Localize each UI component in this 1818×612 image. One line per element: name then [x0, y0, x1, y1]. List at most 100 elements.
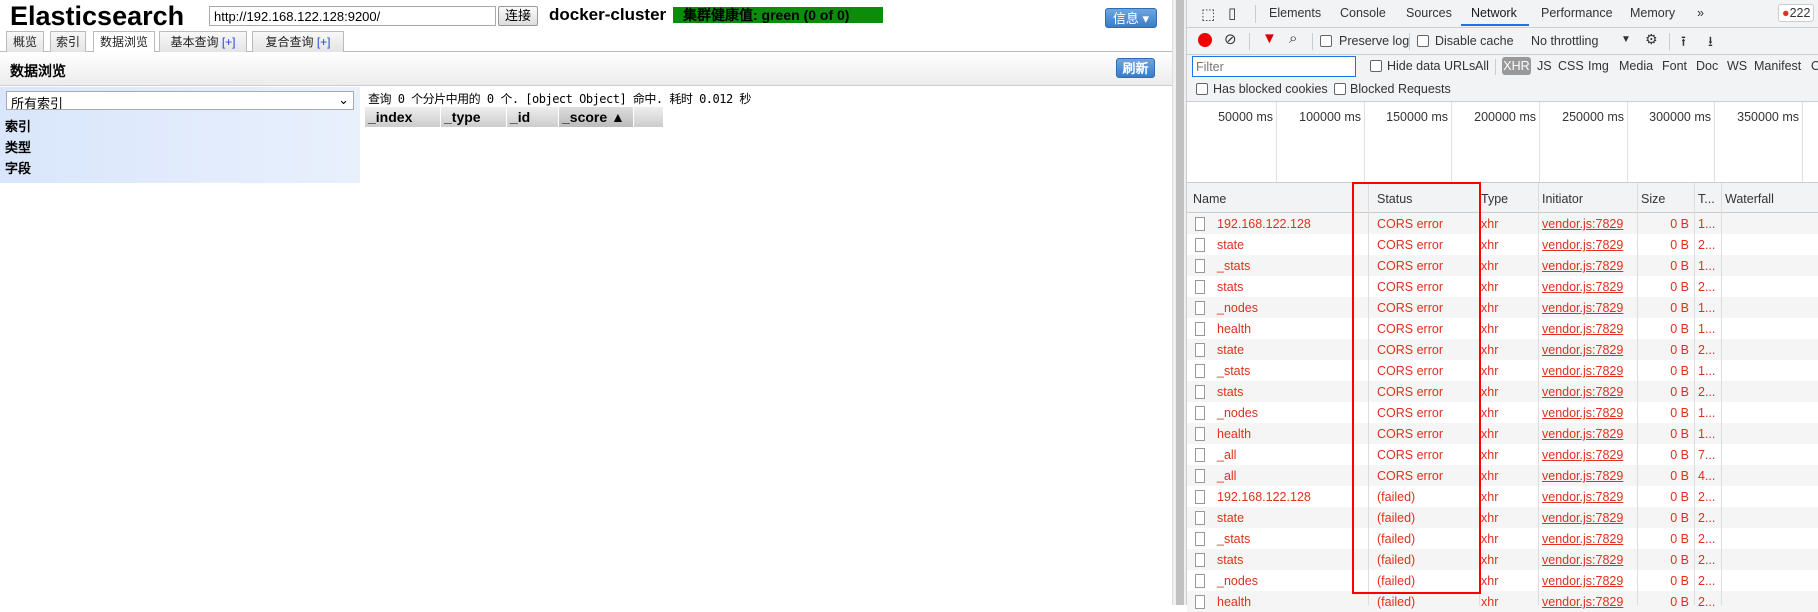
column-size[interactable]: Size: [1641, 192, 1665, 206]
request-row[interactable]: 192.168.122.128 (failed) xhr vendor.js:7829…: [1187, 486, 1818, 507]
add-query-icon[interactable]: [+]: [317, 35, 331, 49]
column-header-index[interactable]: _index: [365, 107, 441, 127]
page-scrollbar[interactable]: [1172, 0, 1186, 605]
request-row[interactable]: _nodes CORS error xhr vendor.js:7829 0 B 1...: [1187, 402, 1818, 423]
request-initiator[interactable]: vendor.js:7829: [1542, 595, 1623, 609]
type-filter-xhr[interactable]: XHR: [1502, 57, 1531, 75]
request-row[interactable]: stats CORS error xhr vendor.js:7829 0 B 2...: [1187, 276, 1818, 297]
request-initiator[interactable]: vendor.js:7829: [1542, 511, 1623, 525]
error-count-badge[interactable]: ●222: [1778, 4, 1815, 22]
request-row[interactable]: _all CORS error xhr vendor.js:7829 0 B 7...: [1187, 444, 1818, 465]
blocked-requests-checkbox[interactable]: [1334, 83, 1346, 95]
type-filter-media[interactable]: Media: [1619, 59, 1653, 73]
type-filter-font[interactable]: Font: [1662, 59, 1687, 73]
tab-elements[interactable]: Elements: [1269, 6, 1321, 20]
request-initiator[interactable]: vendor.js:7829: [1542, 448, 1623, 462]
request-initiator[interactable]: vendor.js:7829: [1542, 406, 1623, 420]
request-initiator[interactable]: vendor.js:7829: [1542, 280, 1623, 294]
filter-type-label[interactable]: 类型: [5, 137, 31, 156]
index-select[interactable]: 所有索引 ⌄: [6, 91, 354, 111]
device-toolbar-icon[interactable]: ▯: [1228, 4, 1236, 22]
inspect-element-icon[interactable]: ⬚: [1201, 5, 1215, 23]
request-row[interactable]: stats CORS error xhr vendor.js:7829 0 B 2...: [1187, 381, 1818, 402]
type-filter-other[interactable]: O: [1811, 59, 1818, 73]
request-initiator[interactable]: vendor.js:7829: [1542, 427, 1623, 441]
add-query-icon[interactable]: [+]: [222, 35, 236, 49]
request-row[interactable]: stats (failed) xhr vendor.js:7829 0 B 2...: [1187, 549, 1818, 570]
export-har-icon[interactable]: ⭳: [1708, 31, 1713, 55]
tab-basic-query[interactable]: 基本查询 [+]: [159, 31, 247, 52]
column-waterfall[interactable]: Waterfall: [1725, 192, 1774, 206]
tab-sources[interactable]: Sources: [1406, 6, 1452, 20]
filter-field-label[interactable]: 字段: [5, 158, 31, 177]
clear-icon[interactable]: ⊘: [1224, 30, 1237, 48]
request-initiator[interactable]: vendor.js:7829: [1542, 364, 1623, 378]
request-initiator[interactable]: vendor.js:7829: [1542, 385, 1623, 399]
request-row[interactable]: 192.168.122.128 CORS error xhr vendor.js:78…: [1187, 213, 1818, 234]
throttling-select[interactable]: No throttling: [1531, 34, 1598, 48]
request-initiator[interactable]: vendor.js:7829: [1542, 574, 1623, 588]
request-row[interactable]: state CORS error xhr vendor.js:7829 0 B 2...: [1187, 234, 1818, 255]
column-initiator[interactable]: Initiator: [1542, 192, 1583, 206]
search-icon[interactable]: ⌕: [1289, 30, 1297, 47]
refresh-button[interactable]: 刷新: [1116, 58, 1155, 78]
request-initiator[interactable]: vendor.js:7829: [1542, 301, 1623, 315]
tab-indices[interactable]: 索引: [50, 31, 86, 52]
request-initiator[interactable]: vendor.js:7829: [1542, 217, 1623, 231]
network-overview-timeline[interactable]: 50000 ms 100000 ms 150000 ms 200000 ms 25000…: [1187, 102, 1818, 183]
request-initiator[interactable]: vendor.js:7829: [1542, 553, 1623, 567]
column-time[interactable]: T...: [1698, 192, 1715, 206]
request-row[interactable]: _nodes CORS error xhr vendor.js:7829 0 B 1...: [1187, 297, 1818, 318]
column-name[interactable]: Name: [1193, 192, 1226, 206]
request-row[interactable]: health CORS error xhr vendor.js:7829 0 B 1...: [1187, 423, 1818, 444]
cluster-url-input[interactable]: [209, 6, 496, 26]
type-filter-ws[interactable]: WS: [1727, 59, 1747, 73]
scrollbar-thumb[interactable]: [1176, 0, 1184, 605]
tab-overview[interactable]: 概览: [6, 31, 44, 52]
network-conditions-icon[interactable]: ⚙: [1645, 31, 1658, 48]
tab-performance[interactable]: Performance: [1541, 6, 1613, 20]
more-tabs-icon[interactable]: »: [1697, 6, 1704, 20]
has-blocked-cookies-checkbox[interactable]: [1196, 83, 1208, 95]
type-filter-css[interactable]: CSS: [1558, 59, 1584, 73]
request-row[interactable]: state CORS error xhr vendor.js:7829 0 B 2...: [1187, 339, 1818, 360]
request-initiator[interactable]: vendor.js:7829: [1542, 469, 1623, 483]
column-header-score[interactable]: _score ▲: [559, 107, 634, 127]
import-har-icon[interactable]: ⭱: [1681, 31, 1686, 55]
tab-memory[interactable]: Memory: [1630, 6, 1675, 20]
filter-input[interactable]: Filter: [1192, 56, 1356, 77]
type-filter-all[interactable]: All: [1475, 59, 1489, 73]
type-filter-manifest[interactable]: Manifest: [1754, 59, 1801, 73]
chevron-down-icon[interactable]: ▼: [1621, 34, 1631, 45]
type-filter-doc[interactable]: Doc: [1696, 59, 1718, 73]
request-row[interactable]: _stats CORS error xhr vendor.js:7829 0 B 1...: [1187, 255, 1818, 276]
tab-console[interactable]: Console: [1340, 6, 1386, 20]
record-icon[interactable]: [1198, 33, 1212, 47]
column-type[interactable]: Type: [1481, 192, 1508, 206]
filter-index-label[interactable]: 索引: [5, 116, 31, 135]
request-row[interactable]: _all CORS error xhr vendor.js:7829 0 B 4...: [1187, 465, 1818, 486]
column-header-id[interactable]: _id: [507, 107, 559, 127]
request-initiator[interactable]: vendor.js:7829: [1542, 490, 1623, 504]
type-filter-js[interactable]: JS: [1537, 59, 1552, 73]
request-initiator[interactable]: vendor.js:7829: [1542, 322, 1623, 336]
tab-compound-query[interactable]: 复合查询 [+]: [252, 31, 344, 52]
request-initiator[interactable]: vendor.js:7829: [1542, 343, 1623, 357]
request-row[interactable]: _stats (failed) xhr vendor.js:7829 0 B 2...: [1187, 528, 1818, 549]
preserve-log-checkbox[interactable]: [1320, 35, 1332, 47]
request-row[interactable]: _nodes (failed) xhr vendor.js:7829 0 B 2...: [1187, 570, 1818, 591]
request-initiator[interactable]: vendor.js:7829: [1542, 259, 1623, 273]
connect-button[interactable]: 连接: [498, 6, 538, 26]
filter-icon[interactable]: ▼: [1262, 30, 1277, 47]
request-row[interactable]: state (failed) xhr vendor.js:7829 0 B 2...: [1187, 507, 1818, 528]
info-menu-button[interactable]: 信息 ▾: [1105, 8, 1157, 28]
hide-data-urls-checkbox[interactable]: [1370, 60, 1382, 72]
disable-cache-checkbox[interactable]: [1417, 35, 1429, 47]
column-header-type[interactable]: _type: [441, 107, 507, 127]
request-row[interactable]: _stats CORS error xhr vendor.js:7829 0 B 1...: [1187, 360, 1818, 381]
request-row[interactable]: health CORS error xhr vendor.js:7829 0 B 1...: [1187, 318, 1818, 339]
request-initiator[interactable]: vendor.js:7829: [1542, 238, 1623, 252]
tab-network[interactable]: Network: [1471, 6, 1517, 20]
request-row[interactable]: health (failed) xhr vendor.js:7829 0 B 2...: [1187, 591, 1818, 612]
type-filter-img[interactable]: Img: [1588, 59, 1609, 73]
